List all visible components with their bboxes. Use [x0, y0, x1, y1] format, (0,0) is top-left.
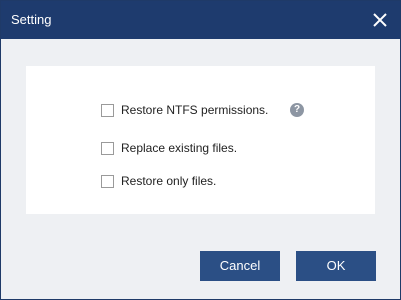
option-restore-ntfs-permissions[interactable]: Restore NTFS permissions. — [101, 102, 268, 118]
dialog-title: Setting — [11, 12, 52, 27]
option-label: Replace existing files. — [121, 141, 238, 155]
option-label: Restore only files. — [121, 174, 217, 188]
replace-existing-checkbox[interactable] — [101, 141, 114, 155]
option-label: Restore NTFS permissions. — [121, 103, 269, 117]
option-replace-existing-files[interactable]: Replace existing files. — [101, 140, 237, 156]
options-panel: Restore NTFS permissions. ? Replace exis… — [26, 66, 375, 214]
restore-ntfs-checkbox[interactable] — [101, 103, 114, 117]
option-restore-only-files[interactable]: Restore only files. — [101, 173, 216, 189]
settings-dialog: Setting Restore NTFS permissions. ? Repl… — [0, 0, 401, 300]
close-button[interactable] — [368, 8, 392, 32]
restore-only-files-checkbox[interactable] — [101, 174, 114, 188]
close-icon — [373, 13, 387, 27]
cancel-button[interactable]: Cancel — [200, 251, 280, 281]
title-bar: Setting — [1, 1, 400, 39]
ok-button[interactable]: OK — [296, 251, 376, 281]
help-icon[interactable]: ? — [290, 103, 304, 117]
